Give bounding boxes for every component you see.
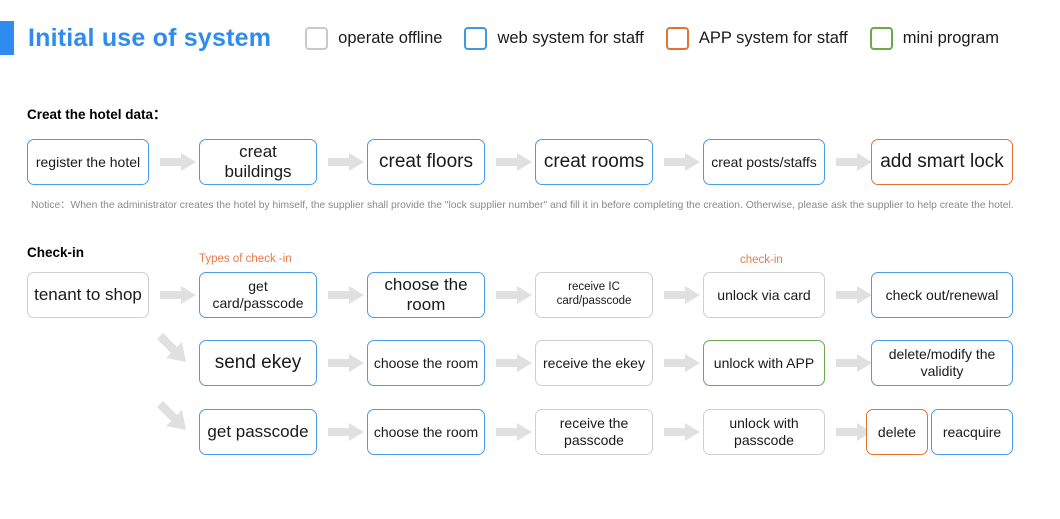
arrow-right-icon — [328, 423, 364, 441]
flow-step-get-passcode[interactable]: get passcode — [199, 409, 317, 455]
flow-step-creat-floors[interactable]: creat floors — [367, 139, 485, 185]
checkbox-grey-icon[interactable] — [305, 26, 329, 50]
arrow-right-icon — [160, 286, 196, 304]
arrow-right-icon — [836, 153, 872, 171]
flow-step-unlock-via-card[interactable]: unlock via card — [703, 272, 825, 318]
checkbox-orange-icon[interactable] — [665, 26, 689, 50]
flow-step-tenant-to-shop[interactable]: tenant to shop — [27, 272, 149, 318]
arrow-diagonal-down-right-icon — [155, 399, 189, 433]
arrow-right-icon — [836, 286, 872, 304]
arrow-right-icon — [160, 153, 196, 171]
flow-step-receive-the-passcode[interactable]: receive the passcode — [535, 409, 653, 455]
arrow-right-icon — [664, 286, 700, 304]
legend-label: web system for staff — [497, 28, 644, 47]
notice-text: Notice：When the administrator creates th… — [31, 200, 1014, 211]
legend-label: mini program — [902, 28, 1000, 47]
flow-step-creat-posts-staffs[interactable]: creat posts/staffs — [703, 139, 825, 185]
flow-step-choose-the-room[interactable]: choose the room — [367, 272, 485, 318]
title-accent-bar — [0, 21, 14, 55]
checkbox-green-icon[interactable] — [869, 26, 893, 50]
arrow-right-icon — [496, 286, 532, 304]
flow-step-receive-ic-card-passcode[interactable]: receive IC card/passcode — [535, 272, 653, 318]
flow-step-creat-buildings[interactable]: creat buildings — [199, 139, 317, 185]
caption-types-of-check-in: Types of check -in — [199, 253, 292, 265]
section-heading-hotel-data: Creat the hotel data： — [27, 107, 167, 122]
legend-label: APP system for staff — [698, 28, 848, 47]
checkbox-blue-icon[interactable] — [464, 26, 488, 50]
arrow-right-icon — [496, 354, 532, 372]
section-heading-check-in: Check-in — [27, 245, 85, 260]
flow-step-choose-the-room[interactable]: choose the room — [367, 409, 485, 455]
arrow-right-icon — [664, 423, 700, 441]
legend-label: operate offline — [338, 28, 443, 47]
flow-step-creat-rooms[interactable]: creat rooms — [535, 139, 653, 185]
legend: operate offline web system for staff APP… — [305, 26, 1000, 50]
arrow-right-icon — [328, 354, 364, 372]
flow-step-get-card-passcode[interactable]: get card/passcode — [199, 272, 317, 318]
arrow-right-icon — [836, 354, 872, 372]
flow-step-send-ekey[interactable]: send ekey — [199, 340, 317, 386]
flow-step-delete-modify-the-validity[interactable]: delete/modify the validity — [871, 340, 1013, 386]
flow-step-register-the-hotel[interactable]: register the hotel — [27, 139, 149, 185]
caption-check-in: check-in — [740, 254, 783, 266]
page-title: Initial use of system — [28, 23, 272, 52]
legend-item-operate-offline[interactable]: operate offline — [305, 26, 443, 50]
flow-step-check-out-renewal[interactable]: check out/renewal — [871, 272, 1013, 318]
legend-item-mini-program[interactable]: mini program — [869, 26, 1000, 50]
arrow-right-icon — [496, 423, 532, 441]
page-header: Initial use of system operate offline we… — [0, 18, 1060, 58]
legend-item-web-system[interactable]: web system for staff — [464, 26, 644, 50]
arrow-right-icon — [496, 153, 532, 171]
arrow-right-icon — [328, 286, 364, 304]
flow-step-add-smart-lock[interactable]: add smart lock — [871, 139, 1013, 185]
arrow-right-icon — [328, 153, 364, 171]
legend-item-app-system[interactable]: APP system for staff — [665, 26, 848, 50]
flow-step-unlock-with-passcode[interactable]: unlock with passcode — [703, 409, 825, 455]
flow-step-delete[interactable]: delete — [866, 409, 928, 455]
flow-step-choose-the-room[interactable]: choose the room — [367, 340, 485, 386]
arrow-right-icon — [664, 354, 700, 372]
arrow-right-icon — [664, 153, 700, 171]
arrow-diagonal-down-right-icon — [155, 331, 189, 365]
flow-step-reacquire[interactable]: reacquire — [931, 409, 1013, 455]
flow-step-receive-the-ekey[interactable]: receive the ekey — [535, 340, 653, 386]
flow-step-unlock-with-app[interactable]: unlock with APP — [703, 340, 825, 386]
